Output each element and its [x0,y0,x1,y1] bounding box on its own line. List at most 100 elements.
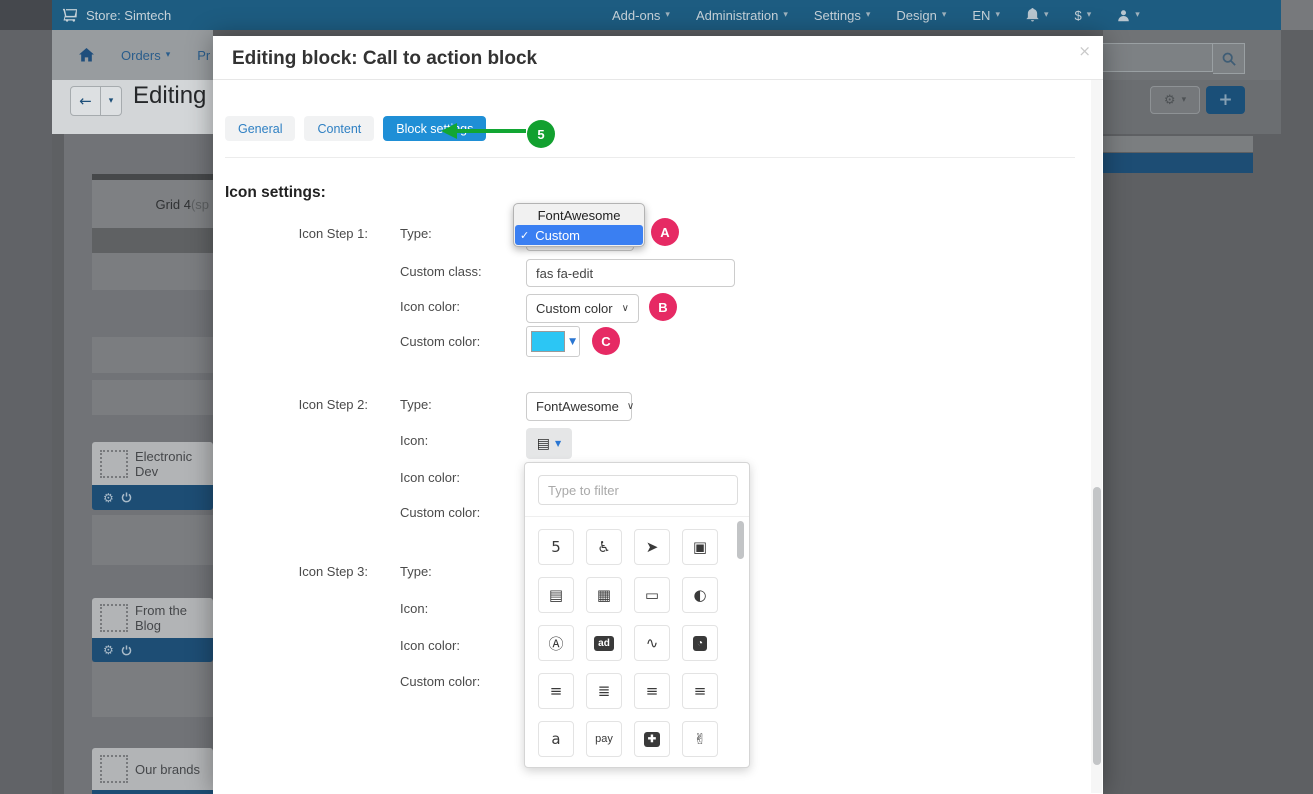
icon-step-2-label: Icon Step 2: [226,397,368,412]
window-corner [0,0,52,30]
back-dropdown-button[interactable]: ▾ [101,87,121,115]
annotation-arrow-line [456,129,526,133]
amazon-icon[interactable]: a [538,721,574,757]
type-label: Type: [400,564,432,579]
nav-settings[interactable]: Settings▾ [814,8,871,23]
align-left-icon[interactable]: ≡ [634,673,670,709]
accessible-icon[interactable]: ♿ [586,529,622,565]
plus-icon: + [1218,90,1232,110]
address-book-solid-icon[interactable]: ▣ [682,529,718,565]
callout-b: B [649,293,677,321]
callout-a: A [651,218,679,246]
nav-administration[interactable]: Administration▾ [696,8,788,23]
layout-strip-right [1103,136,1253,152]
close-icon[interactable]: × [1078,42,1091,60]
card-label: From the Blog [135,603,213,633]
picker-scrollbar-thumb[interactable] [737,521,744,559]
custom-class-input[interactable] [526,259,735,287]
power-icon[interactable] [121,645,132,656]
card-label: Electronic Dev [135,449,213,479]
layout-card-our-brands[interactable]: Our brands [92,748,213,790]
back-button[interactable]: ← [71,87,101,115]
icon-picker-button-step2[interactable]: ▤ ▼ [526,428,572,459]
custom-color-label: Custom color: [400,505,480,520]
custom-color-picker-step1[interactable]: ▼ [526,326,580,357]
adjust-icon[interactable]: ◐ [682,577,718,613]
nav-account[interactable]: ▾ [1117,9,1140,22]
ambulance-icon[interactable]: ✚ [634,721,670,757]
nav-language[interactable]: EN▾ [972,8,1000,23]
chevron-down-icon: ▾ [942,10,947,20]
nav-addons[interactable]: Add-ons▾ [612,8,670,23]
nav-notifications[interactable]: ▾ [1026,8,1049,22]
layout-top-panel-bar [1103,153,1253,173]
chevron-down-icon: ▾ [1044,10,1049,20]
affiliatetheme-icon[interactable]: ◔ [682,625,718,661]
color-swatch [531,331,565,352]
add-button[interactable]: + [1206,86,1245,114]
chevron-down-icon: ▾ [1087,10,1092,20]
address-book-icon[interactable]: ▤ [538,577,574,613]
dropdown-arrow-icon: ▼ [569,337,576,347]
grid-label: Grid 4 [156,197,191,212]
modal-scrollbar-thumb[interactable] [1093,487,1101,765]
store-name: Store: Simtech [86,8,171,23]
power-icon[interactable] [121,492,132,503]
layout-grid-header: Grid 4 (sp [92,180,213,228]
tab-general[interactable]: General [225,116,295,141]
500px-icon[interactable]: 5 [538,529,574,565]
adversal-icon[interactable]: ∿ [634,625,670,661]
home-icon[interactable] [79,48,94,62]
chevron-down-icon: ∨ [622,303,629,314]
align-right-icon[interactable]: ≡ [682,673,718,709]
search-button[interactable] [1213,43,1245,74]
icon-picker-panel: 5 ♿ ➤ ▣ ▤ ▦ [524,462,750,768]
chevron-down-icon: ▾ [166,50,171,60]
option-custom[interactable]: ✓Custom [515,225,643,245]
icon-grid: 5 ♿ ➤ ▣ ▤ ▦ [538,529,730,757]
asl-interpreting-icon[interactable]: ✌ [682,721,718,757]
nav-design[interactable]: Design▾ [896,8,946,23]
annotation-arrow [441,123,457,139]
page-right-margin [1281,0,1313,30]
adn-icon[interactable]: Ⓐ [538,625,574,661]
custom-color-label: Custom color: [400,334,480,349]
store-selector[interactable]: Store: Simtech [62,8,171,23]
divider [213,79,1103,80]
dollar-icon: $ [1075,8,1082,23]
type-label: Type: [400,397,432,412]
align-justify-icon[interactable]: ≣ [586,673,622,709]
back-button-group: ← ▾ [70,86,122,116]
layout-strip [92,380,213,415]
layout-card-electronic-devices[interactable]: Electronic Dev [92,442,213,485]
icon-filter-input[interactable] [538,475,738,505]
callout-c: C [592,327,620,355]
custom-color-label: Custom color: [400,674,480,689]
address-card-solid-icon[interactable]: ▦ [586,577,622,613]
gear-icon[interactable]: ⚙ [103,643,114,657]
gear-icon[interactable]: ⚙ [103,491,114,505]
option-fontawesome[interactable]: FontAwesome [515,205,643,225]
chevron-down-icon: ▾ [1135,10,1140,20]
layout-card-from-the-blog[interactable]: From the Blog [92,598,213,638]
gear-icon: ⚙ [1164,93,1176,108]
amazon-pay-icon[interactable]: pay [586,721,622,757]
callout-step-5: 5 [527,120,555,148]
subnav-orders[interactable]: Orders▾ [121,48,170,63]
divider [525,516,749,517]
icon-color-label: Icon color: [400,299,460,314]
dropdown-arrow-icon: ▼ [555,439,561,448]
address-card-icon[interactable]: ▭ [634,577,670,613]
subnav-products[interactable]: Pr [197,48,210,63]
icon-color-select-step1[interactable]: Custom color∨ [526,294,639,323]
type-select-step2[interactable]: FontAwesome∨ [526,392,632,421]
top-navbar: Store: Simtech Add-ons▾ Administration▾ … [52,0,1281,30]
tab-content[interactable]: Content [304,116,374,141]
ad-icon[interactable]: ad [586,625,622,661]
accusoft-icon[interactable]: ➤ [634,529,670,565]
align-center-icon[interactable]: ≡ [538,673,574,709]
list-alt-icon: ▤ [537,436,550,452]
chevron-down-icon: ▾ [995,10,1000,20]
nav-currency[interactable]: $▾ [1075,8,1092,23]
settings-dropdown-button[interactable]: ⚙ ▾ [1150,86,1200,114]
